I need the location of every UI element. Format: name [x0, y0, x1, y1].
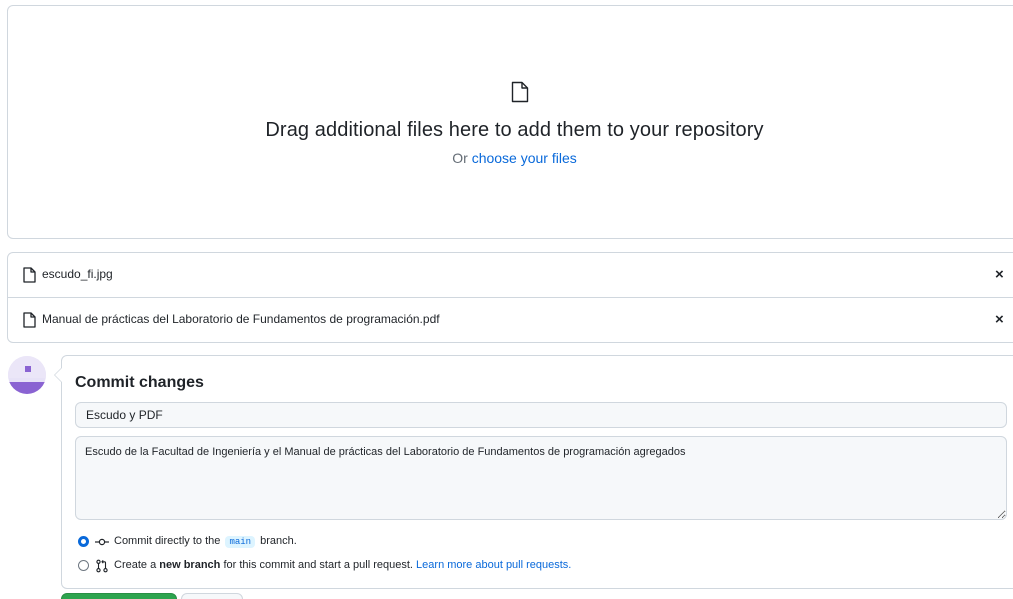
learn-more-pull-requests-link[interactable]: Learn more about pull requests.: [416, 559, 571, 571]
new-branch-middle: for this commit and start a pull request…: [223, 559, 413, 571]
file-row: escudo_fi.jpg ×: [8, 253, 1013, 298]
file-icon: [23, 312, 36, 328]
new-branch-prefix: Create a: [114, 559, 157, 571]
file-name: Manual de prácticas del Laboratorio de F…: [42, 312, 440, 326]
dropzone-title: Drag additional files here to add them t…: [265, 119, 764, 141]
file-icon: [23, 267, 36, 283]
commit-changes-button[interactable]: [61, 593, 177, 599]
avatar: [8, 356, 46, 394]
commit-changes-panel: Commit changes Escudo de la Facultad de …: [54, 355, 1013, 589]
avatar-pixel: [25, 366, 31, 372]
new-branch-bold: new branch: [159, 559, 221, 571]
branch-name-badge: main: [225, 536, 256, 548]
new-branch-label: Create a new branch for this commit and …: [114, 559, 571, 571]
file-dropzone[interactable]: Drag additional files here to add them t…: [7, 5, 1013, 239]
or-text: Or: [452, 150, 468, 166]
choose-files-link[interactable]: choose your files: [472, 150, 577, 166]
new-branch-radio[interactable]: [78, 560, 89, 571]
git-pull-request-icon: [96, 559, 108, 573]
commit-direct-radio[interactable]: [78, 536, 89, 547]
commit-direct-suffix: branch.: [260, 535, 297, 547]
file-icon: [511, 81, 529, 103]
commit-title: Commit changes: [75, 374, 204, 391]
avatar-shape: [8, 382, 46, 394]
git-commit-icon: [95, 538, 109, 546]
commit-direct-prefix: Commit directly to the: [114, 535, 221, 547]
commit-description-input[interactable]: Escudo de la Facultad de Ingeniería y el…: [75, 436, 1007, 520]
cancel-button[interactable]: [181, 593, 243, 599]
file-row: Manual de prácticas del Laboratorio de F…: [8, 298, 1013, 343]
uploaded-file-list: escudo_fi.jpg × Manual de prácticas del …: [7, 252, 1013, 343]
commit-summary-input[interactable]: [75, 402, 1007, 428]
dropzone-subline: Or choose your files: [8, 150, 1013, 166]
panel-caret-inner: [55, 368, 62, 382]
commit-direct-label: Commit directly to the main branch.: [114, 535, 297, 548]
close-icon[interactable]: ×: [995, 311, 1004, 328]
close-icon[interactable]: ×: [995, 266, 1004, 283]
file-name: escudo_fi.jpg: [42, 267, 113, 281]
